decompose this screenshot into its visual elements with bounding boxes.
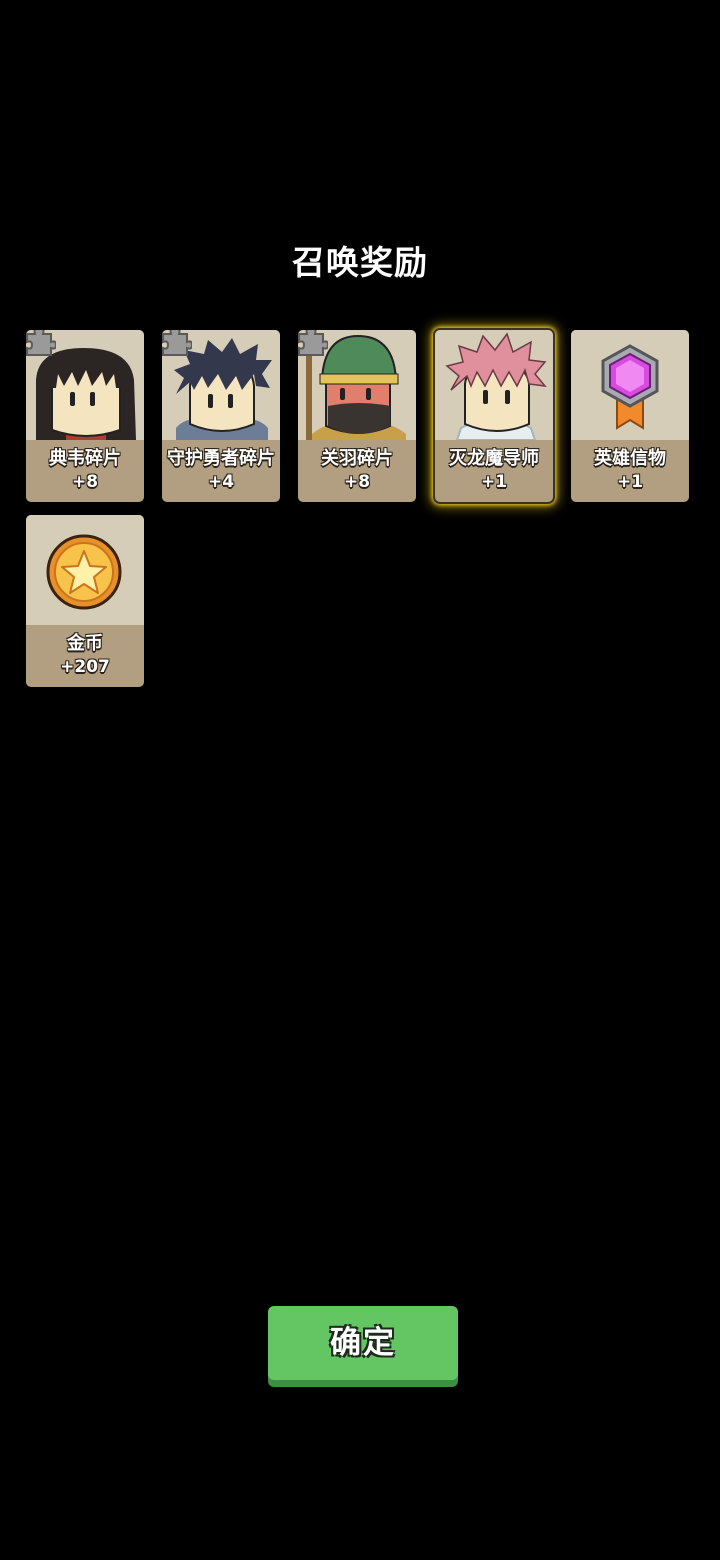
hero-dragon-mage-portrait-icon bbox=[435, 330, 553, 440]
reward-card-dragon-mage[interactable]: 灭龙魔导师 +1 bbox=[435, 330, 553, 502]
gold-coin-star-icon bbox=[26, 515, 144, 625]
reward-name: 关羽碎片 bbox=[321, 448, 393, 469]
reward-name: 灭龙魔导师 bbox=[449, 448, 539, 469]
confirm-button[interactable]: 确定 bbox=[268, 1306, 458, 1380]
reward-count: +1 bbox=[480, 472, 508, 492]
reward-name: 守护勇者碎片 bbox=[167, 448, 275, 469]
reward-card-guanyu-fragment[interactable]: 关羽碎片 +8 bbox=[298, 330, 416, 502]
reward-count: +207 bbox=[60, 657, 110, 677]
reward-card-gold-coin[interactable]: 金币 +207 bbox=[26, 515, 144, 687]
reward-name: 英雄信物 bbox=[594, 448, 666, 469]
puzzle-fragment-icon bbox=[162, 330, 192, 356]
reward-name: 金币 bbox=[67, 633, 103, 654]
reward-count: +8 bbox=[71, 472, 99, 492]
reward-count: +1 bbox=[616, 472, 644, 492]
puzzle-fragment-icon bbox=[298, 330, 328, 356]
reward-card-guardian-fragment[interactable]: 守护勇者碎片 +4 bbox=[162, 330, 280, 502]
purple-gem-medal-icon bbox=[571, 330, 689, 440]
reward-count: +4 bbox=[207, 472, 235, 492]
reward-count: +8 bbox=[343, 472, 371, 492]
reward-name: 典韦碎片 bbox=[49, 448, 121, 469]
reward-card-dianwei-fragment[interactable]: 典韦碎片 +8 bbox=[26, 330, 144, 502]
page-title: 召唤奖励 bbox=[292, 243, 428, 282]
puzzle-fragment-icon bbox=[26, 330, 56, 356]
reward-card-hero-token[interactable]: 英雄信物 +1 bbox=[571, 330, 689, 502]
